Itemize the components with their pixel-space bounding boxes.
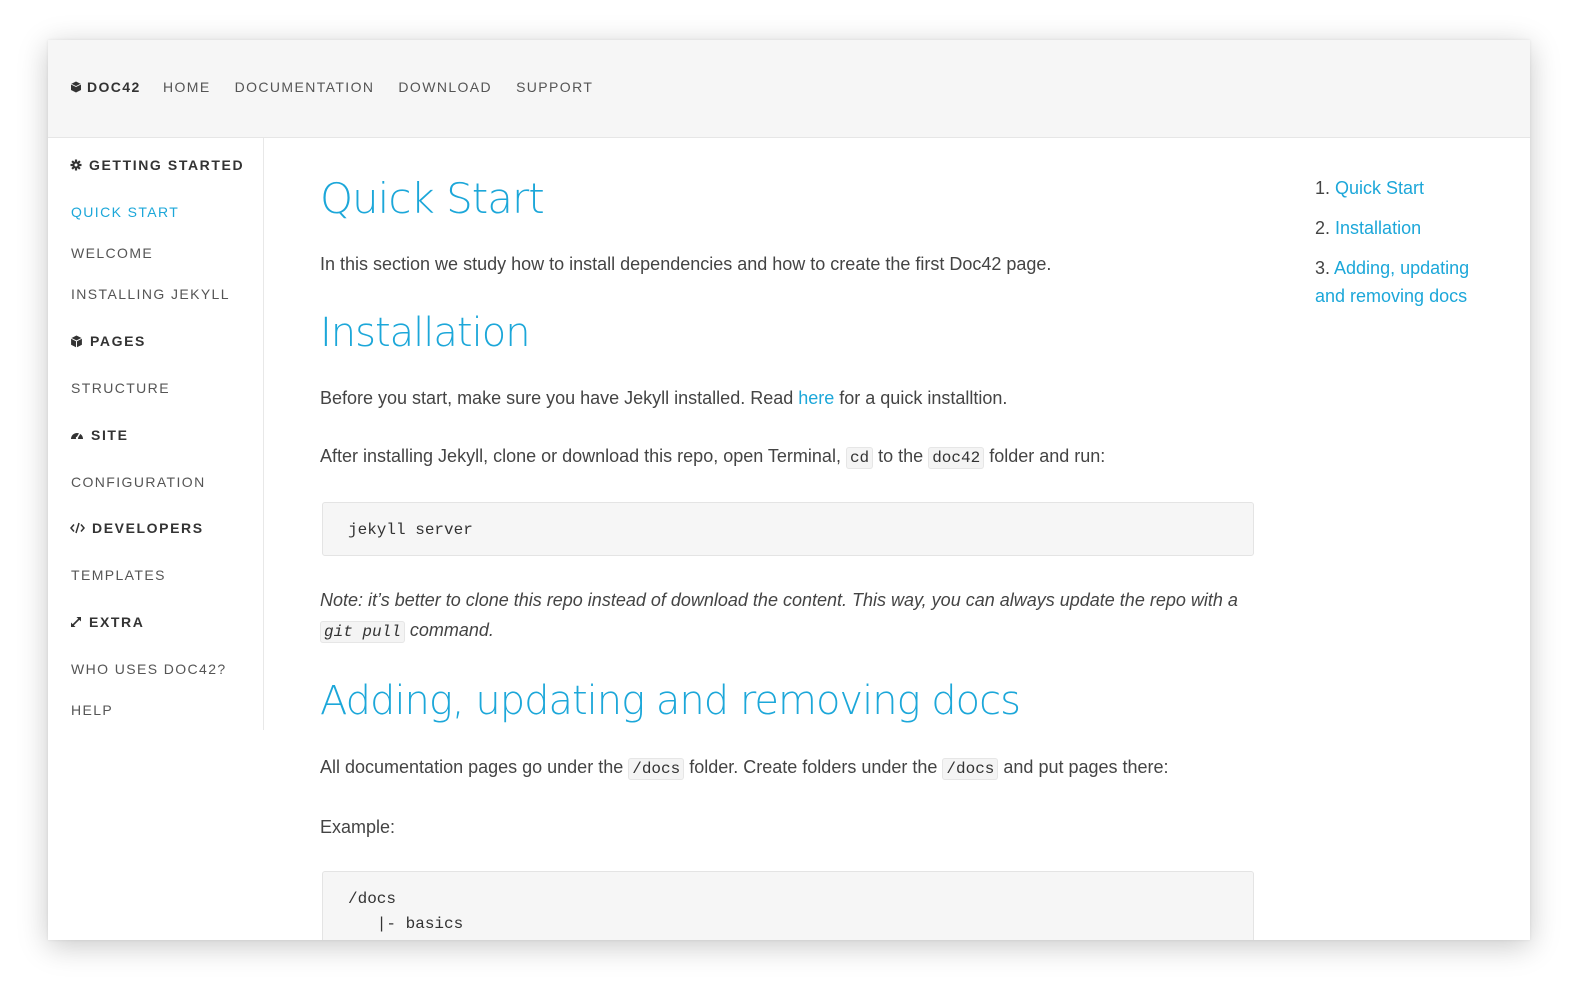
sidebar-item-quick-start[interactable]: QUICK START — [71, 204, 179, 220]
sidebar-heading-site: SITE — [70, 427, 129, 443]
toc-item: 3. Adding, updating and removing docs — [1315, 258, 1470, 306]
nav-documentation-link[interactable]: DOCUMENTATION — [235, 79, 375, 95]
code-line: /docs — [348, 890, 397, 908]
inline-code-doc42: doc42 — [928, 447, 985, 469]
nav-home-link[interactable]: HOME — [163, 79, 211, 95]
sidebar-item-welcome[interactable]: WELCOME — [71, 245, 153, 261]
nav-support-link[interactable]: SUPPORT — [516, 79, 593, 95]
before-start-paragraph: Before you start, make sure you have Jek… — [320, 388, 1008, 408]
inline-code-git-pull: git pull — [320, 621, 405, 643]
expand-icon — [70, 616, 82, 628]
sidebar-item-installing-jekyll[interactable]: INSTALLING JEKYLL — [71, 286, 230, 302]
heading-installation: Installation — [320, 310, 531, 356]
heading-quick-start: Quick Start — [320, 174, 545, 223]
dashboard-icon — [71, 432, 83, 440]
intro-paragraph: In this section we study how to install … — [320, 254, 1052, 274]
nav-download-link[interactable]: DOWNLOAD — [398, 79, 492, 95]
top-nav-links: HOME DOCUMENTATION DOWNLOAD SUPPORT — [163, 79, 617, 95]
brand-logo[interactable]: DOC42 — [70, 79, 141, 95]
sidebar-heading-getting-started: GETTING STARTED — [70, 157, 244, 173]
sidebar-heading-pages: PAGES — [70, 333, 146, 349]
code-line: jekyll server — [348, 521, 473, 539]
docs-folder-paragraph: All documentation pages go under the /do… — [320, 757, 1169, 780]
inline-code-cd: cd — [845, 447, 874, 469]
code-block-jekyll-server: jekyll server — [322, 502, 1254, 556]
code-icon — [70, 522, 85, 534]
cube-icon — [70, 335, 83, 347]
gear-icon — [70, 159, 82, 171]
inline-code-docs: /docs — [942, 758, 999, 780]
cube-icon — [70, 81, 82, 93]
toc-link-installation[interactable]: Installation — [1335, 218, 1421, 238]
here-link[interactable]: here — [798, 388, 834, 408]
sidebar-heading-developers: DEVELOPERS — [70, 520, 204, 536]
toc-link-adding-updating-cont[interactable]: and removing docs — [1315, 286, 1467, 306]
sidebar-item-help[interactable]: HELP — [71, 702, 113, 718]
brand-name: DOC42 — [87, 79, 141, 95]
toc-link-adding-updating[interactable]: Adding, updating — [1334, 258, 1469, 278]
browser-window: DOC42 HOME DOCUMENTATION DOWNLOAD SUPPOR… — [48, 40, 1530, 940]
after-install-paragraph: After installing Jekyll, clone or downlo… — [320, 446, 1106, 469]
top-navbar: DOC42 HOME DOCUMENTATION DOWNLOAD SUPPOR… — [48, 40, 1530, 138]
code-line: |- basics — [348, 915, 464, 933]
sidebar-item-who-uses-doc42[interactable]: WHO USES DOC42? — [71, 661, 227, 677]
sidebar-heading-extra: EXTRA — [70, 614, 144, 630]
code-block-example: /docs |- basics — [322, 871, 1254, 940]
heading-adding-updating-removing: Adding, updating and removing docs — [320, 678, 1021, 724]
example-label: Example: — [320, 817, 396, 837]
toc-item: 1. Quick Start — [1315, 178, 1425, 198]
sidebar: GETTING STARTED QUICK START WELCOME INST… — [48, 138, 264, 730]
toc-item: 2. Installation — [1315, 218, 1422, 238]
sidebar-item-structure[interactable]: STRUCTURE — [71, 380, 170, 396]
inline-code-docs: /docs — [628, 758, 685, 780]
sidebar-item-configuration[interactable]: CONFIGURATION — [71, 474, 206, 490]
note-paragraph: Note: it’s better to clone this repo ins… — [320, 590, 1238, 643]
sidebar-item-templates[interactable]: TEMPLATES — [71, 567, 166, 583]
toc-link-quick-start[interactable]: Quick Start — [1335, 178, 1424, 198]
